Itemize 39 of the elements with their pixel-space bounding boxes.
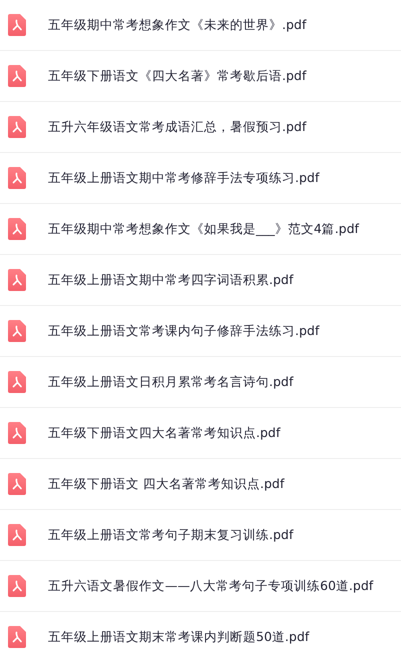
file-name: 五年级上册语文日积月累常考名言诗句.pdf bbox=[48, 374, 294, 390]
pdf-file-icon bbox=[8, 116, 26, 138]
file-name: 五年级上册语文期中常考四字词语积累.pdf bbox=[48, 272, 294, 288]
file-name: 五升六语文暑假作文——八大常考句子专项训练60道.pdf bbox=[48, 578, 374, 594]
file-row[interactable]: 五升六语文暑假作文——八大常考句子专项训练60道.pdf bbox=[0, 561, 401, 612]
file-row[interactable]: 五年级上册语文期末常考课内判断题50道.pdf bbox=[0, 612, 401, 658]
file-name: 五年级下册语文《四大名著》常考歇后语.pdf bbox=[48, 68, 306, 84]
file-row[interactable]: 五年级期中常考想象作文《未来的世界》.pdf bbox=[0, 0, 401, 51]
file-row[interactable]: 五年级下册语文 四大名著常考知识点.pdf bbox=[0, 459, 401, 510]
pdf-file-icon bbox=[8, 422, 26, 444]
file-name: 五年级上册语文常考句子期末复习训练.pdf bbox=[48, 526, 294, 544]
file-row[interactable]: 五年级下册语文《四大名著》常考歇后语.pdf bbox=[0, 51, 401, 102]
pdf-file-icon bbox=[8, 371, 26, 393]
file-name: 五年级下册语文四大名著常考知识点.pdf bbox=[48, 424, 280, 442]
pdf-file-icon bbox=[8, 218, 26, 240]
file-name: 五升六年级语文常考成语汇总，暑假预习.pdf bbox=[48, 118, 306, 136]
file-row[interactable]: 五年级期中常考想象作文《如果我是___》范文4篇.pdf bbox=[0, 204, 401, 255]
pdf-file-icon bbox=[8, 524, 26, 546]
file-name: 五年级下册语文 四大名著常考知识点.pdf bbox=[48, 476, 284, 492]
pdf-file-icon bbox=[8, 473, 26, 495]
pdf-file-icon bbox=[8, 167, 26, 189]
file-row[interactable]: 五年级下册语文四大名著常考知识点.pdf bbox=[0, 408, 401, 459]
pdf-file-icon bbox=[8, 320, 26, 342]
file-name: 五年级上册语文常考课内句子修辞手法练习.pdf bbox=[48, 322, 320, 340]
file-row[interactable]: 五升六年级语文常考成语汇总，暑假预习.pdf bbox=[0, 102, 401, 153]
file-name: 五年级上册语文期中常考修辞手法专项练习.pdf bbox=[48, 170, 320, 186]
pdf-file-icon bbox=[8, 65, 26, 87]
pdf-file-icon bbox=[8, 575, 26, 597]
pdf-file-icon bbox=[8, 269, 26, 291]
file-name: 五年级期中常考想象作文《未来的世界》.pdf bbox=[48, 16, 306, 34]
file-row[interactable]: 五年级上册语文常考课内句子修辞手法练习.pdf bbox=[0, 306, 401, 357]
pdf-file-icon bbox=[8, 14, 26, 36]
file-name: 五年级期中常考想象作文《如果我是___》范文4篇.pdf bbox=[48, 220, 359, 238]
pdf-file-icon bbox=[8, 626, 26, 648]
file-row[interactable]: 五年级上册语文期中常考四字词语积累.pdf bbox=[0, 255, 401, 306]
file-name: 五年级上册语文期末常考课内判断题50道.pdf bbox=[48, 628, 310, 646]
file-row[interactable]: 五年级上册语文期中常考修辞手法专项练习.pdf bbox=[0, 153, 401, 204]
file-row[interactable]: 五年级上册语文日积月累常考名言诗句.pdf bbox=[0, 357, 401, 408]
file-row[interactable]: 五年级上册语文常考句子期末复习训练.pdf bbox=[0, 510, 401, 561]
